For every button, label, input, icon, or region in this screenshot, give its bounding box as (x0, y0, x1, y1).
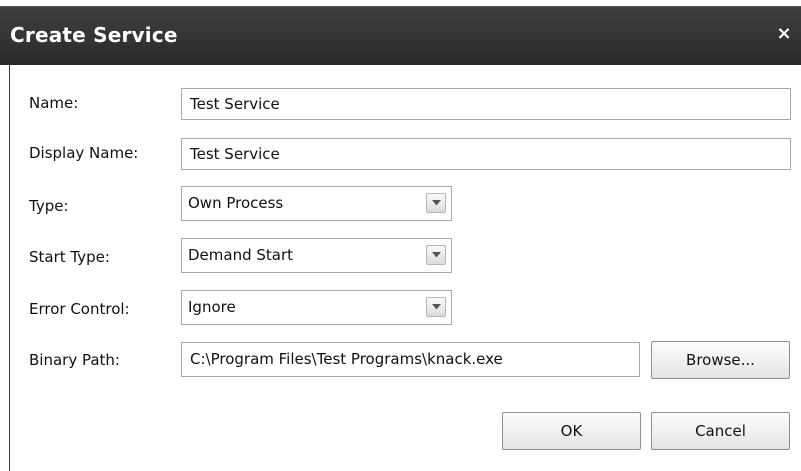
binary-path-label: Binary Path: (29, 351, 120, 369)
ok-button[interactable]: OK (502, 412, 641, 450)
type-select-value: Own Process (188, 194, 284, 212)
error-control-select[interactable]: Ignore (181, 290, 452, 325)
close-icon[interactable]: × (773, 23, 795, 45)
name-input[interactable]: Test Service (181, 88, 791, 120)
title-bar: Create Service × (0, 6, 801, 65)
dialog-title: Create Service (10, 23, 178, 47)
display-name-label: Display Name: (29, 144, 139, 162)
error-control-label: Error Control: (29, 300, 130, 318)
start-type-select[interactable]: Demand Start (181, 238, 452, 273)
display-name-input[interactable]: Test Service (181, 138, 791, 170)
name-label: Name: (29, 94, 79, 112)
chevron-down-icon[interactable] (426, 245, 446, 265)
type-select[interactable]: Own Process (181, 186, 452, 221)
binary-path-input[interactable]: C:\Program Files\Test Programs\knack.exe (181, 342, 640, 377)
error-control-select-value: Ignore (188, 298, 236, 316)
type-label: Type: (29, 197, 69, 215)
cancel-button[interactable]: Cancel (651, 412, 790, 450)
browse-button[interactable]: Browse... (651, 341, 790, 379)
start-type-select-value: Demand Start (188, 246, 294, 264)
chevron-down-icon[interactable] (426, 297, 446, 317)
create-service-dialog: Create Service × Name: Test Service Disp… (0, 0, 801, 471)
dialog-left-border (9, 64, 10, 471)
start-type-label: Start Type: (29, 248, 110, 266)
chevron-down-icon[interactable] (426, 193, 446, 213)
